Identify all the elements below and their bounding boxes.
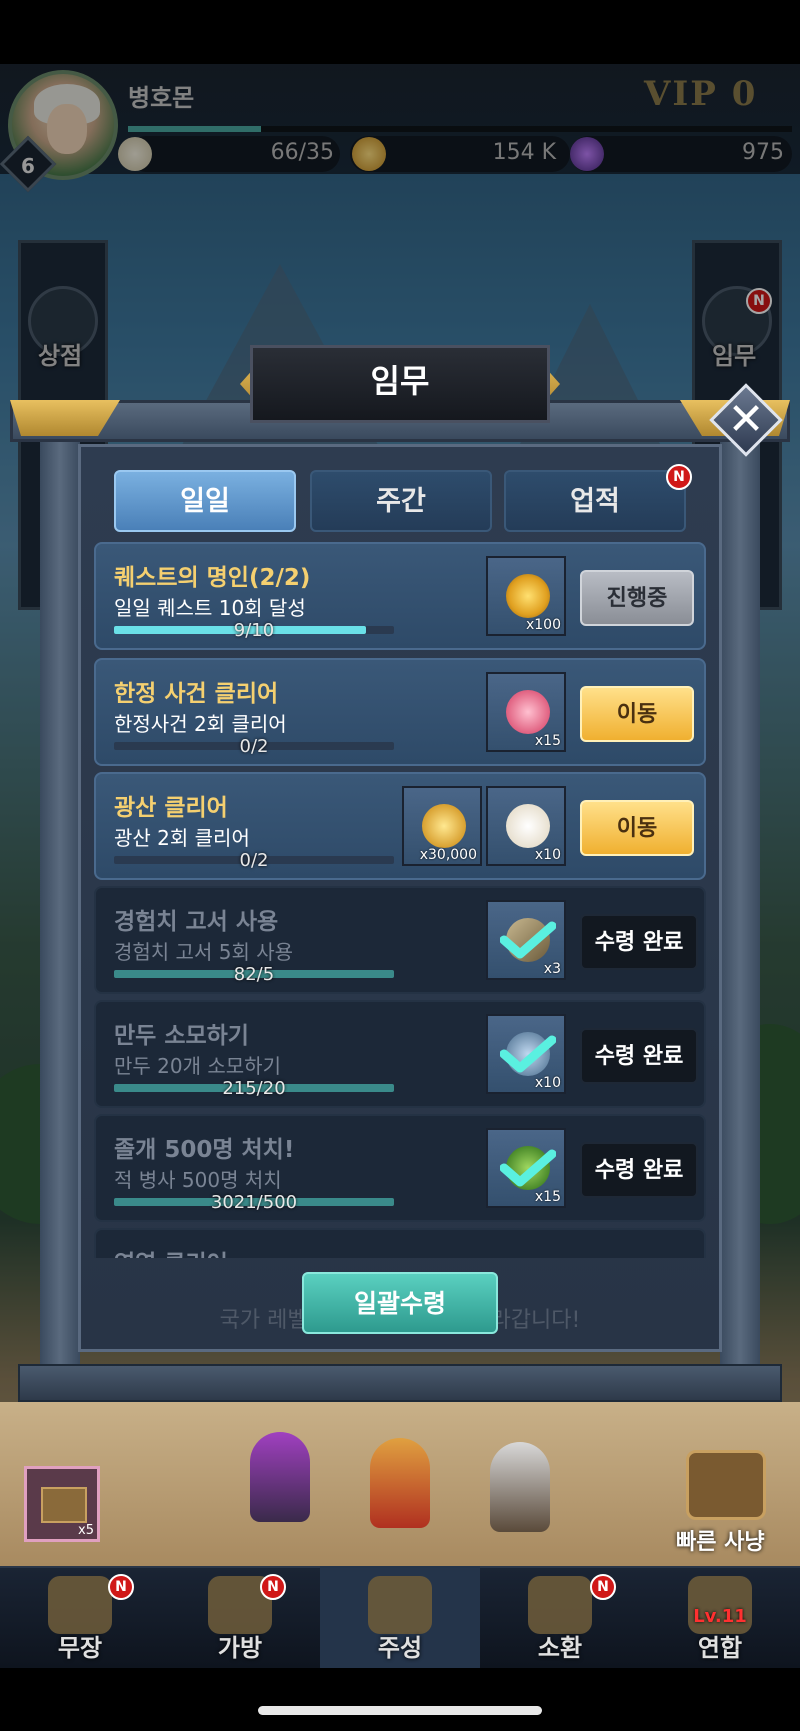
nav-item-bag[interactable]: N 가방 <box>160 1566 320 1668</box>
quest-description: 광산 2회 클리어 <box>114 826 250 850</box>
checkmark-icon <box>500 921 556 959</box>
reward-slot[interactable]: x30,000 <box>402 786 482 866</box>
item-slot-qty: x5 <box>78 1523 94 1538</box>
reward-quantity: x3 <box>543 961 561 977</box>
modal-title: 임무 <box>370 362 430 400</box>
gate-pillar-right <box>720 440 760 1370</box>
treasure-chest-icon[interactable] <box>686 1450 766 1520</box>
gold-coin-icon <box>506 574 550 618</box>
quest-row: 퀘스트의 명인(2/2) 일일 퀘스트 10회 달성 9/10 x100 진행중 <box>94 542 706 650</box>
quest-progress-text: 0/2 <box>239 850 269 871</box>
nav-item-alliance[interactable]: Lv.11 연합 <box>640 1566 800 1668</box>
castle-icon <box>368 1576 432 1634</box>
pink-gem-icon <box>506 690 550 734</box>
reward-slot[interactable]: x100 <box>486 556 566 636</box>
reward-quantity: x15 <box>534 733 561 749</box>
gate-pillar-left <box>40 440 80 1370</box>
nav-label: 주성 <box>377 1634 423 1662</box>
close-button[interactable]: ✕ <box>708 382 784 458</box>
quest-description: 일일 퀘스트 10회 달성 <box>114 596 306 620</box>
claimed-button[interactable]: 수령 완료 <box>580 914 698 970</box>
item-slot[interactable]: x5 <box>24 1466 100 1542</box>
tab-weekly[interactable]: 주간 <box>310 470 492 532</box>
reward-slot[interactable]: x15 <box>486 672 566 752</box>
home-indicator[interactable] <box>258 1706 542 1715</box>
quest-title: 한정 사건 클리어 <box>114 681 279 707</box>
quest-row: 만두 소모하기만두 20개 소모하기 215/20 x10 수령 완료 <box>94 1000 706 1108</box>
nav-badge: N <box>260 1574 286 1600</box>
nav-item-general[interactable]: N 무장 <box>0 1566 160 1668</box>
reward-slot[interactable]: x3 <box>486 900 566 980</box>
quest-progress-text: 9/10 <box>233 620 275 641</box>
hero-unit <box>490 1442 550 1532</box>
reward-slot[interactable]: x10 <box>486 1014 566 1094</box>
quest-row: 영역 클리어 <box>94 1228 706 1258</box>
quest-row: 경험치 고서 사용경험치 고서 5회 사용 82/5 x3 수령 완료 <box>94 886 706 994</box>
go-button[interactable]: 이동 <box>580 800 694 856</box>
claim-all-button[interactable]: 일괄수령 <box>302 1272 498 1334</box>
reward-slot[interactable]: x10 <box>486 786 566 866</box>
checkmark-icon <box>500 1035 556 1073</box>
gold-coins-icon <box>422 804 466 848</box>
quest-row: 한정 사건 클리어한정사건 2회 클리어 0/2 x15 이동 <box>94 658 706 766</box>
nav-label: 소환 <box>537 1634 583 1662</box>
reward-quantity: x15 <box>534 1189 561 1205</box>
tab-daily[interactable]: 일일 <box>114 470 296 532</box>
quest-row: 졸개 500명 처치! 적 병사 500명 처치 3021/500 x15 수령 완료 <box>94 1114 706 1222</box>
reward-quantity: x30,000 <box>419 847 477 863</box>
bun-icon <box>506 804 550 848</box>
gate-base-beam <box>18 1364 782 1402</box>
go-button[interactable]: 이동 <box>580 686 694 742</box>
quest-progress-text: 0/2 <box>239 736 269 757</box>
nav-badge: N <box>590 1574 616 1600</box>
nav-label: 무장 <box>57 1634 103 1662</box>
alliance-level: Lv.11 <box>693 1606 747 1627</box>
helmet-icon <box>48 1576 112 1634</box>
hero-unit <box>250 1432 310 1522</box>
quest-list[interactable]: 퀘스트의 명인(2/2) 일일 퀘스트 10회 달성 9/10 x100 진행중한정 사… <box>94 542 706 1258</box>
nav-item-summon[interactable]: N 소환 <box>480 1566 640 1668</box>
quest-progress-text: 215/20 <box>222 1078 286 1099</box>
quest-title: 만두 소모하기 <box>114 1023 249 1049</box>
nav-label: 가방 <box>217 1634 263 1662</box>
quest-title: 퀘스트의 명인(2/2) <box>114 565 311 591</box>
reward-slot[interactable]: x15 <box>486 1128 566 1208</box>
quest-progress-text: 82/5 <box>233 964 275 985</box>
status-bar <box>0 0 800 64</box>
nav-item-castle[interactable]: 주성 <box>320 1566 480 1668</box>
quest-description: 한정사건 2회 클리어 <box>114 712 287 736</box>
book-icon <box>41 1487 87 1523</box>
quest-description: 경험치 고서 5회 사용 <box>114 940 293 964</box>
reward-quantity: x100 <box>525 617 561 633</box>
reward-quantity: x10 <box>534 847 561 863</box>
checkmark-icon <box>500 1149 556 1187</box>
reward-quantity: x10 <box>534 1075 561 1091</box>
scroll-icon <box>528 1576 592 1634</box>
claimed-button[interactable]: 수령 완료 <box>580 1028 698 1084</box>
quest-title: 경험치 고서 사용 <box>114 909 279 935</box>
quest-title: 광산 클리어 <box>114 795 228 821</box>
nav-badge: N <box>108 1574 134 1600</box>
tab-achievement[interactable]: 업적 <box>504 470 686 532</box>
quest-progress-text: 3021/500 <box>210 1192 298 1213</box>
nav-label: 연합 <box>697 1634 743 1662</box>
quest-description: 적 병사 500명 처치 <box>114 1168 282 1192</box>
claimed-button[interactable]: 수령 완료 <box>580 1142 698 1198</box>
quest-description: 만두 20개 소모하기 <box>114 1054 281 1078</box>
fast-hunt-label[interactable]: 빠른 사냥 <box>676 1524 765 1556</box>
hero-unit <box>370 1438 430 1528</box>
quest-title: 졸개 500명 처치! <box>114 1137 295 1163</box>
in-progress-button[interactable]: 진행중 <box>580 570 694 626</box>
quest-title: 영역 클리어 <box>114 1244 228 1258</box>
quest-row: 광산 클리어광산 2회 클리어 0/2 x30,000 x10 이동 <box>94 772 706 880</box>
close-icon: ✕ <box>727 394 765 445</box>
achievement-badge: N <box>666 464 692 490</box>
